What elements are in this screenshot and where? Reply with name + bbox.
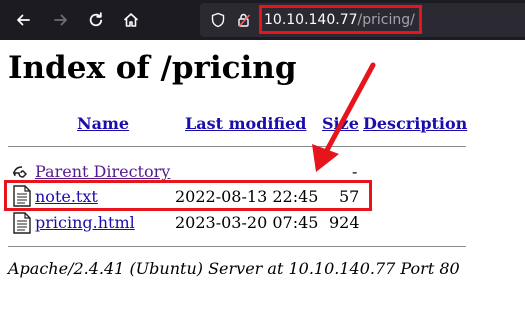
parent-directory-link[interactable]: Parent Directory <box>35 162 170 181</box>
back-icon[interactable] <box>12 9 34 31</box>
column-header-size[interactable]: Size <box>322 114 359 133</box>
file-link-pricing-html[interactable]: pricing.html <box>35 213 135 232</box>
column-header-description[interactable]: Description <box>363 114 467 133</box>
column-header-name[interactable]: Name <box>77 114 129 133</box>
row-last-modified: 2023-03-20 07:45 <box>175 213 319 232</box>
reload-icon[interactable] <box>85 9 107 31</box>
header-divider <box>8 146 466 147</box>
home-icon[interactable] <box>120 9 142 31</box>
row-highlight-box <box>4 180 372 211</box>
back-folder-icon <box>12 160 32 182</box>
page-title: Index of /pricing <box>8 50 297 86</box>
server-signature: Apache/2.4.41 (Ubuntu) Server at 10.10.1… <box>8 259 460 278</box>
shield-icon[interactable] <box>210 12 226 28</box>
row-size: 924 <box>329 213 360 232</box>
row-size: - <box>352 162 358 181</box>
text-file-icon <box>12 212 32 234</box>
footer-divider <box>8 246 466 247</box>
lock-warning-icon[interactable] <box>236 12 252 28</box>
column-header-last-modified[interactable]: Last modified <box>185 114 306 133</box>
url-highlight-box <box>259 5 422 34</box>
forward-icon[interactable] <box>50 9 72 31</box>
